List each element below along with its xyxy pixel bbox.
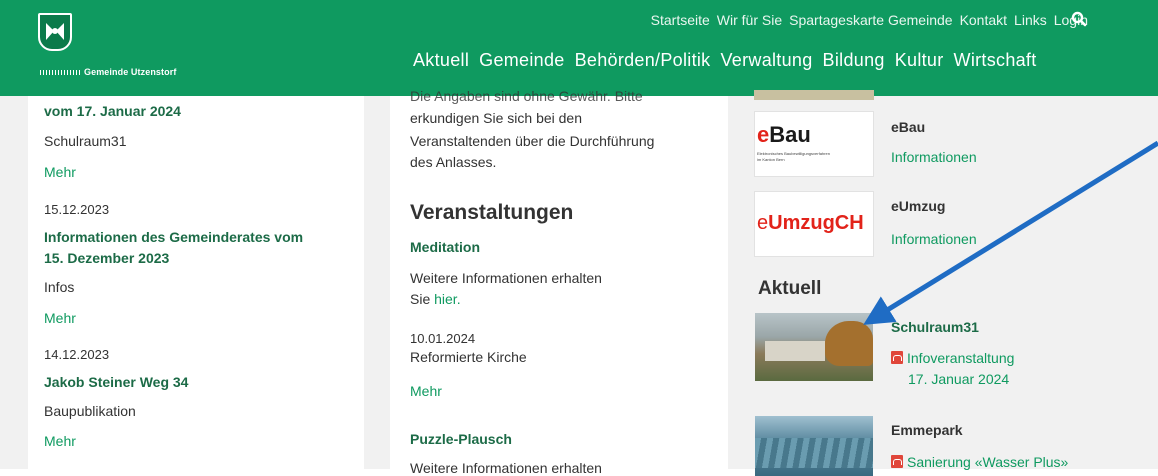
annotation-arrow-icon (863, 140, 1158, 325)
